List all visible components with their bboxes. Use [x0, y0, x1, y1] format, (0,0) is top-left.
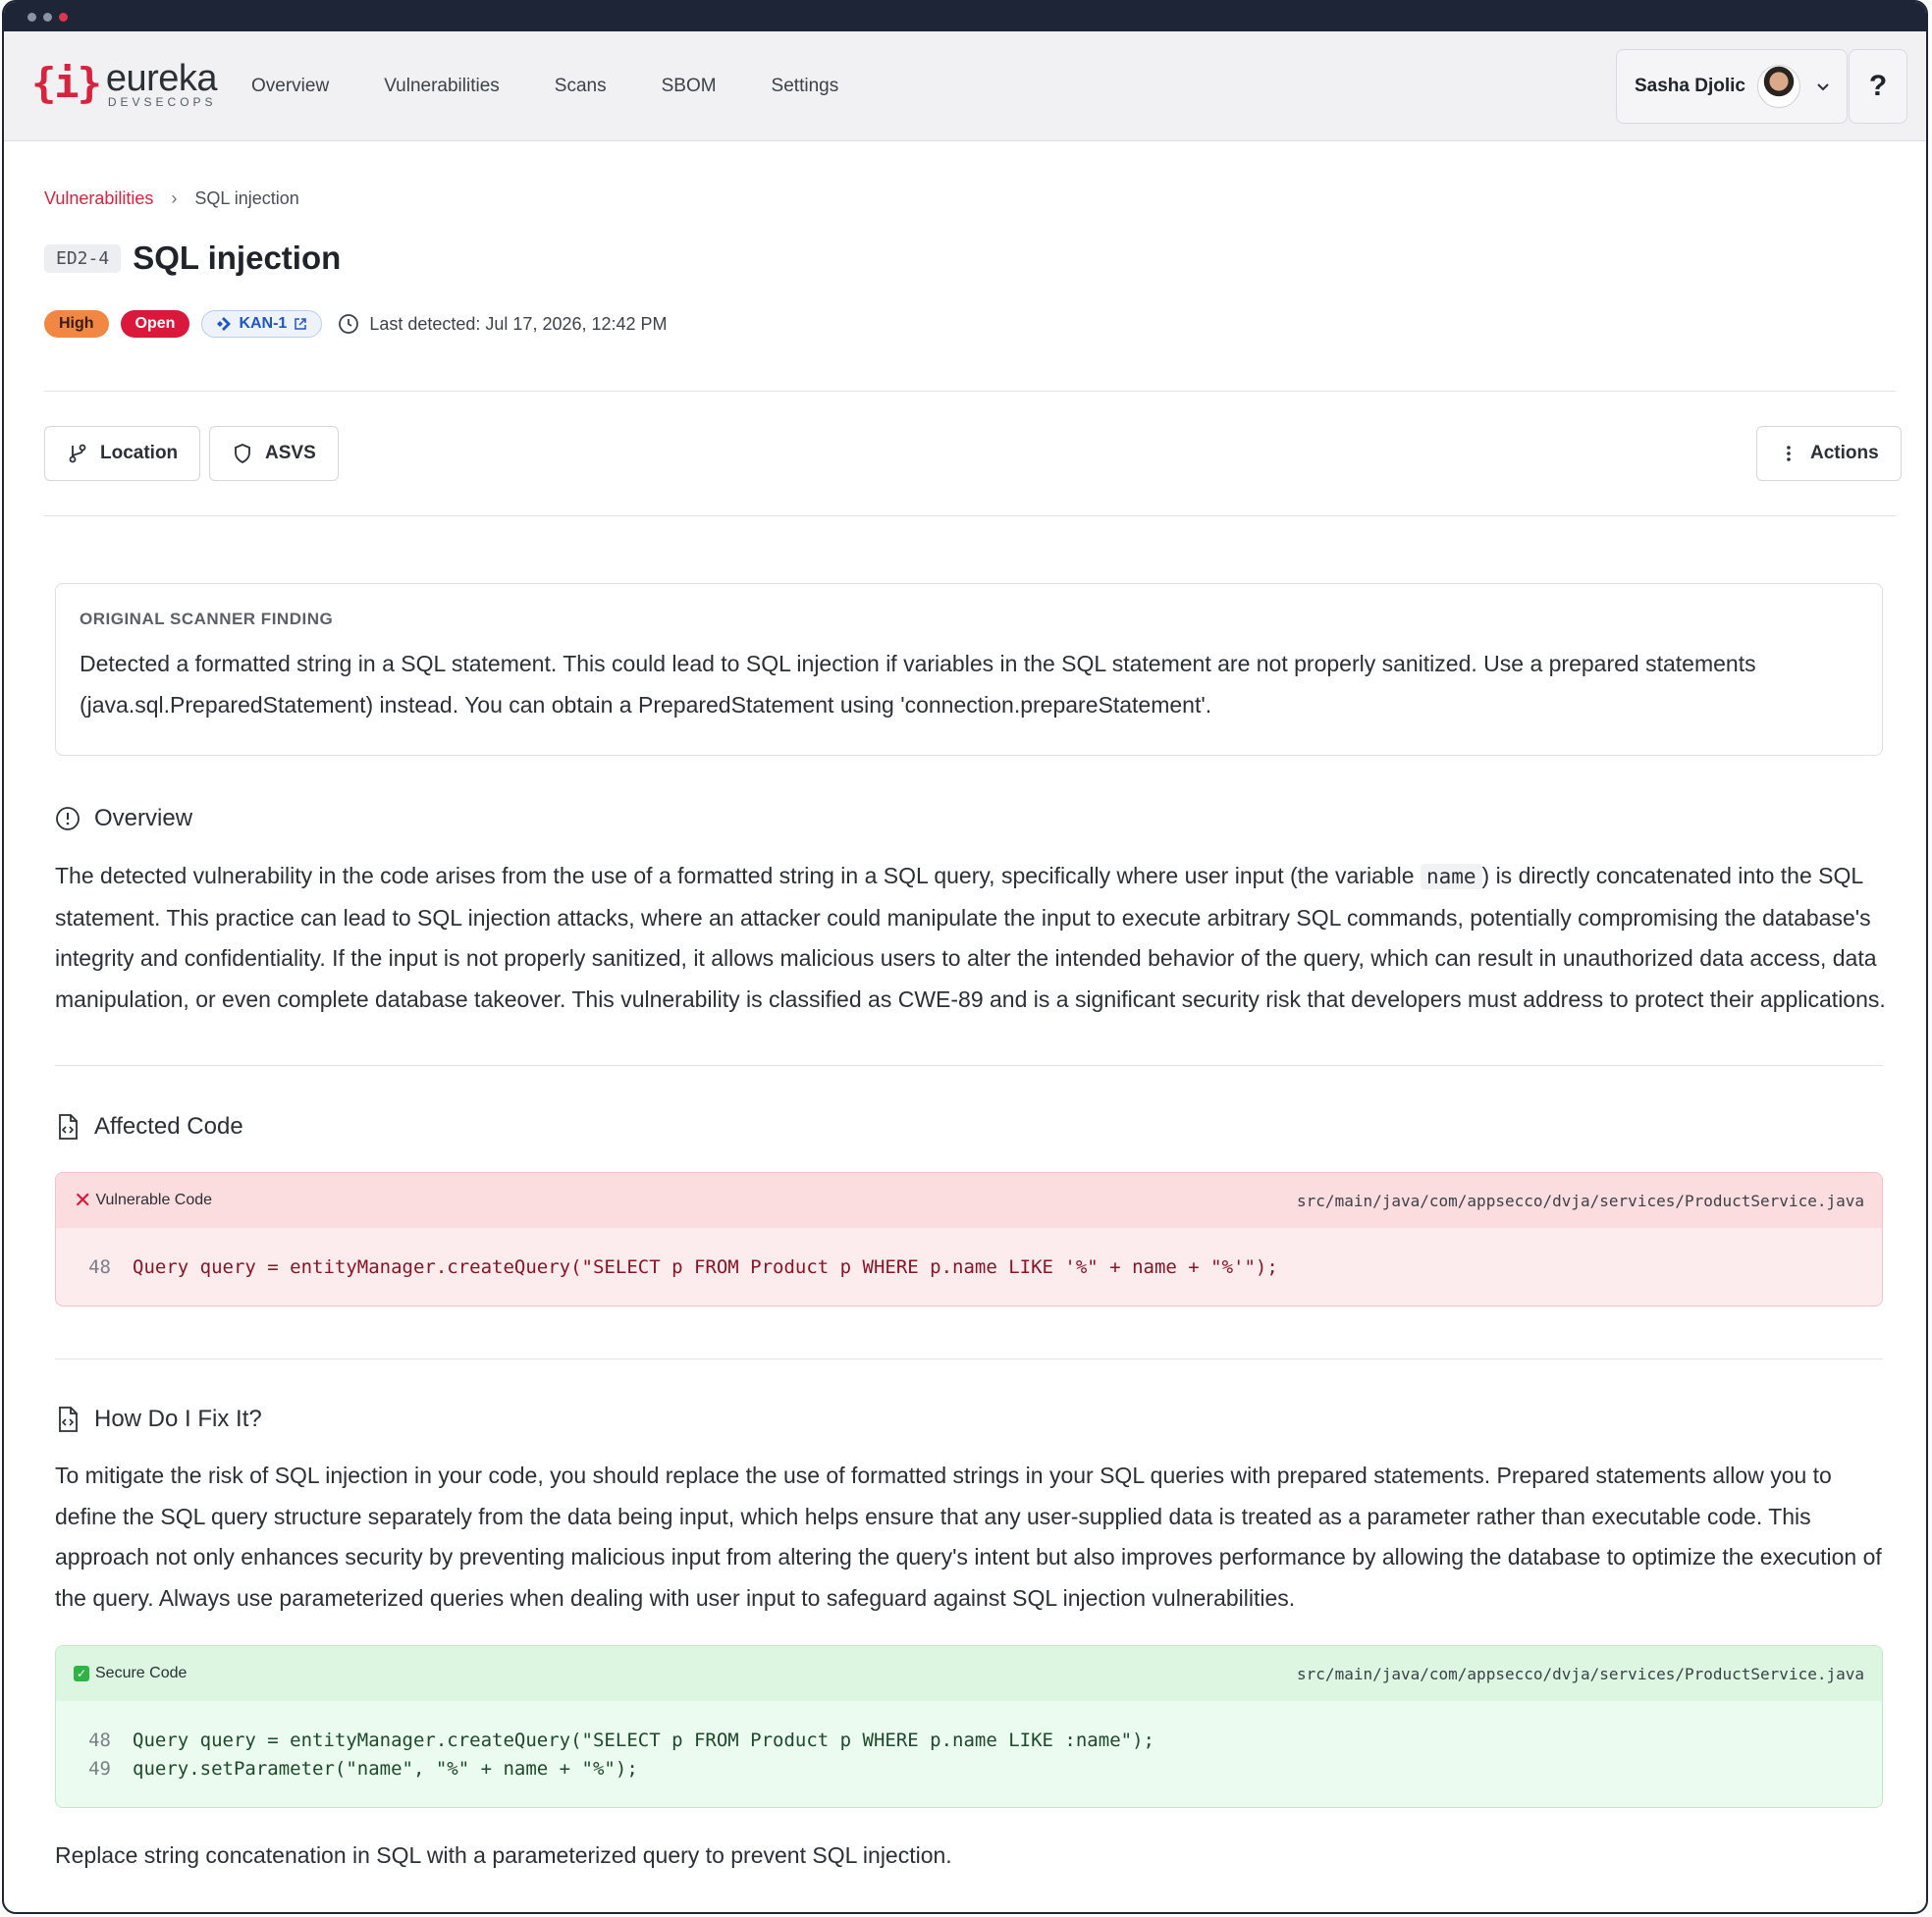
vulnerable-code-label: Vulnerable Code: [95, 1192, 213, 1208]
finding-heading: ORIGINAL SCANNER FINDING: [80, 610, 334, 628]
status-badge: Open: [120, 310, 190, 338]
main-nav: Overview Vulnerabilities Scans SBOM Sett…: [251, 31, 893, 141]
file-path: src/main/java/com/appsecco/dvja/services…: [1297, 1664, 1864, 1683]
scanner-finding-card: ORIGINAL SCANNER FINDING Detected a form…: [55, 583, 1883, 756]
last-detected: Last detected: Jul 17, 2026, 12:42 PM: [338, 313, 668, 335]
actions-button[interactable]: Actions: [1756, 426, 1902, 481]
actions-label: Actions: [1810, 443, 1879, 463]
asvs-label: ASVS: [265, 443, 316, 463]
git-branch-icon: [69, 444, 86, 463]
breadcrumb: Vulnerabilities › SQL injection: [44, 188, 299, 209]
ticket-id: KAN-1: [239, 315, 288, 332]
x-icon: ✕: [74, 1188, 92, 1212]
external-link-icon: [295, 318, 307, 330]
code-text: Query query = entityManager.createQuery(…: [133, 1730, 1154, 1751]
fix-heading: How Do I Fix It?: [55, 1406, 262, 1433]
affected-code-title: Affected Code: [94, 1113, 243, 1140]
fix-text: To mitigate the risk of SQL injection in…: [55, 1463, 1882, 1611]
code-body: 48 Query query = entityManager.createQue…: [56, 1701, 1882, 1807]
fix-summary: Replace string concatenation in SQL with…: [55, 1842, 952, 1868]
logo-subtitle: DEVSECOPS: [107, 95, 217, 109]
line-number: 48: [88, 1256, 111, 1278]
window-dot: [43, 12, 52, 22]
nav-overview[interactable]: Overview: [251, 76, 329, 97]
alert-circle-icon: [56, 807, 80, 830]
file-path: src/main/java/com/appsecco/dvja/services…: [1297, 1191, 1864, 1210]
nav-settings[interactable]: Settings: [772, 76, 839, 97]
secure-code-block: ✓ Secure Code src/main/java/com/appsecco/…: [55, 1645, 1883, 1808]
chevron-down-icon: [1817, 83, 1829, 91]
window-dot-close[interactable]: [59, 12, 68, 22]
brand-logo[interactable]: {i} eureka DEVSECOPS: [31, 58, 218, 109]
affected-code-heading: Affected Code: [55, 1113, 243, 1141]
logo-mark: {i}: [31, 59, 102, 107]
nav-sbom[interactable]: SBOM: [662, 76, 717, 97]
code-header: ✓ Secure Code src/main/java/com/appsecco/…: [56, 1646, 1882, 1701]
code-header: ✕ Vulnerable Code src/main/java/com/appse…: [56, 1173, 1882, 1228]
asvs-button[interactable]: ASVS: [209, 426, 339, 481]
overview-text-part: The detected vulnerability in the code a…: [55, 863, 1421, 888]
code-line: 48 Query query = entityManager.createQue…: [56, 1253, 1882, 1282]
title-row: ED2-4 SQL injection: [44, 240, 341, 277]
last-detected-text: Last detected: Jul 17, 2026, 12:42 PM: [369, 313, 668, 334]
page-title: SQL injection: [133, 240, 342, 276]
divider: [55, 1358, 1883, 1359]
nav-scans[interactable]: Scans: [555, 76, 607, 97]
file-code-icon: [59, 1407, 78, 1432]
secure-code-label: Secure Code: [95, 1665, 188, 1681]
vuln-id-chip: ED2-4: [44, 243, 122, 273]
user-menu-button[interactable]: Sasha Djolic: [1616, 49, 1848, 124]
help-button[interactable]: ?: [1849, 49, 1907, 124]
more-vertical-icon: [1787, 446, 1791, 461]
severity-badge: High: [44, 310, 109, 338]
vulnerable-code-block: ✕ Vulnerable Code src/main/java/com/appse…: [55, 1172, 1883, 1306]
code-body: 48 Query query = entityManager.createQue…: [56, 1228, 1882, 1305]
user-name: Sasha Djolic: [1635, 76, 1745, 96]
overview-heading: Overview: [55, 805, 192, 832]
check-icon: ✓: [74, 1666, 89, 1681]
window-titlebar: [4, 2, 1926, 31]
breadcrumb-current: SQL injection: [194, 188, 299, 208]
code-line: 48 Query query = entityManager.createQue…: [56, 1727, 1882, 1755]
finding-text: Detected a formatted string in a SQL sta…: [80, 651, 1756, 718]
logo-name: eureka: [105, 58, 218, 99]
code-text: Query query = entityManager.createQuery(…: [133, 1256, 1278, 1278]
breadcrumb-separator: ›: [171, 188, 178, 208]
divider: [55, 1065, 1883, 1066]
breadcrumb-vulnerabilities[interactable]: Vulnerabilities: [44, 188, 153, 209]
jira-icon: [217, 317, 232, 331]
window-dot: [27, 12, 36, 22]
nav-vulnerabilities[interactable]: Vulnerabilities: [384, 76, 500, 97]
ticket-link[interactable]: KAN-1: [201, 310, 323, 338]
line-number: 48: [88, 1730, 111, 1751]
line-number: 49: [88, 1758, 111, 1780]
top-navbar: {i} eureka DEVSECOPS Overview Vulnerabil…: [4, 31, 1926, 141]
divider: [44, 391, 1896, 392]
shield-icon: [235, 444, 250, 463]
code-text: query.setParameter("name", "%" + name + …: [133, 1758, 638, 1780]
divider: [44, 515, 1896, 516]
clock-icon: [339, 314, 359, 334]
fix-title: How Do I Fix It?: [94, 1406, 262, 1432]
overview-title: Overview: [94, 805, 193, 831]
location-label: Location: [100, 443, 179, 463]
avatar: [1757, 65, 1800, 108]
location-button[interactable]: Location: [44, 426, 201, 481]
file-code-icon: [59, 1114, 78, 1140]
status-row: High Open KAN-1 Last detected: Jul 17, 2…: [44, 310, 668, 338]
overview-text: The detected vulnerability in the code a…: [55, 856, 1889, 1020]
code-line: 49 query.setParameter("name", "%" + name…: [56, 1755, 1882, 1784]
inline-code: name: [1420, 864, 1482, 889]
browser-window: {i} eureka DEVSECOPS Overview Vulnerabil…: [2, 0, 1928, 1914]
